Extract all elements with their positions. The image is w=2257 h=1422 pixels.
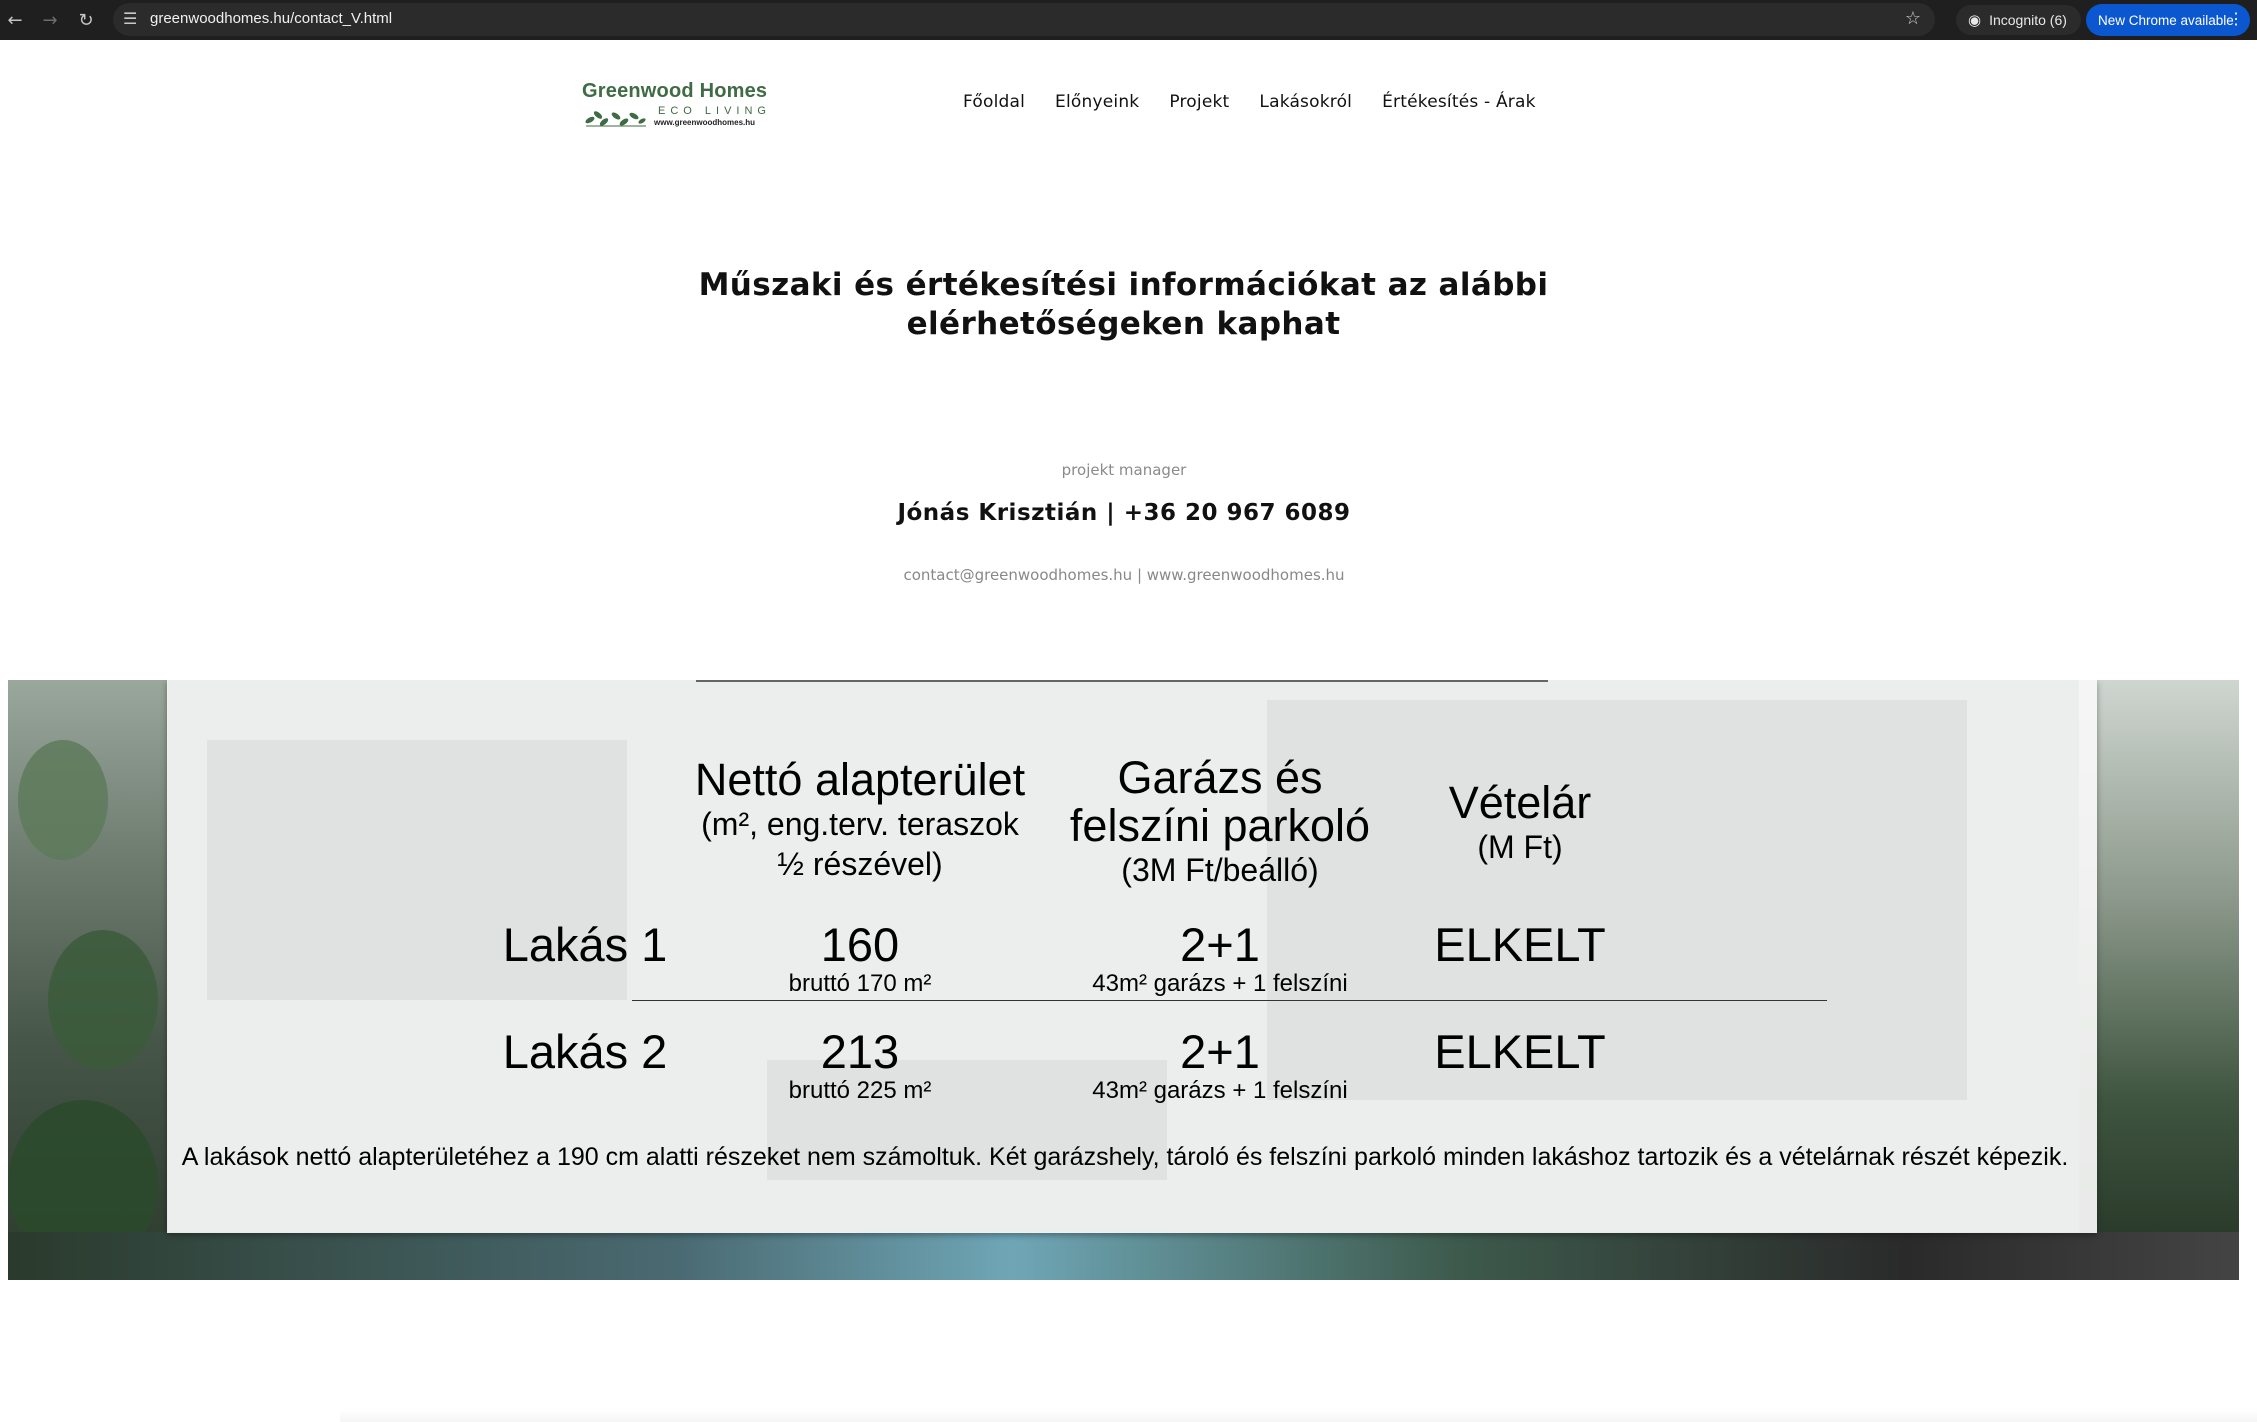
address-bar[interactable]: ☰ greenwoodhomes.hu/contact_V.html ☆ — [113, 3, 1935, 36]
page-title: Műszaki és értékesítési információkat az… — [640, 266, 1607, 344]
logo-name: Greenwood Homes — [582, 80, 768, 102]
row-1-garage-detail: 43m² garázs + 1 felszíni — [1092, 970, 1348, 997]
nav-item-projekt[interactable]: Projekt — [1169, 92, 1229, 112]
page-title-line-1: Műszaki és értékesítési információkat az… — [698, 267, 1549, 303]
incognito-button[interactable]: ◉ Incognito (6) — [1956, 5, 2081, 35]
page-title-line-2: elérhetőségeken kaphat — [906, 306, 1341, 342]
garden-background-left — [8, 680, 168, 1280]
new-chrome-available-button[interactable]: New Chrome available ⋮ — [2086, 4, 2250, 36]
row-2-garage: 2+1 — [1180, 1025, 1260, 1078]
row-2-area: 213 — [820, 1025, 900, 1078]
site-settings-icon[interactable]: ☰ — [123, 9, 137, 28]
column-header-garage-title-2: felszíni parkoló — [1069, 800, 1371, 851]
row-2-gross: bruttó 225 m² — [788, 1077, 932, 1104]
reload-icon[interactable]: ↻ — [74, 8, 98, 32]
logo-tagline: ECO LIVING — [658, 105, 771, 117]
section-divider — [696, 680, 1548, 682]
bookmark-star-icon[interactable]: ☆ — [1905, 8, 1921, 29]
row-divider — [632, 1000, 1827, 1001]
more-menu-icon[interactable]: ⋮ — [2228, 9, 2244, 29]
row-1-garage: 2+1 — [1180, 918, 1260, 971]
leaves-icon — [585, 111, 646, 127]
row-2-price: ELKELT — [1434, 1025, 1606, 1078]
column-header-area-title: Nettó alapterület — [694, 754, 1026, 805]
column-header-area-sub-2: ½ részével) — [777, 846, 943, 882]
column-header-area: Nettó alapterület (m², eng.terv. teraszo… — [660, 756, 1060, 884]
pool-background — [8, 1232, 2239, 1280]
column-header-area-sub-1: (m², eng.terv. teraszok — [701, 806, 1019, 842]
contact-role: projekt manager — [1061, 461, 1187, 479]
row-1-name: Lakás 1 — [502, 918, 668, 971]
incognito-icon: ◉ — [1968, 12, 1982, 29]
row-1-price: ELKELT — [1434, 918, 1606, 971]
page-bottom-shadow — [340, 1410, 2257, 1422]
column-header-garage: Garázs és felszíni parkoló (3M Ft/beálló… — [1040, 754, 1400, 890]
row-1-gross: bruttó 170 m² — [788, 970, 932, 997]
nav-item-elonyeink[interactable]: Előnyeink — [1055, 92, 1139, 112]
table-footnote: A lakások nettó alapterületéhez a 190 cm… — [181, 1143, 2069, 1171]
row-2-name: Lakás 2 — [502, 1025, 668, 1078]
browser-toolbar: ← → ↻ ☰ greenwoodhomes.hu/contact_V.html… — [0, 0, 2257, 40]
url-text[interactable]: greenwoodhomes.hu/contact_V.html — [150, 10, 392, 27]
site-logo[interactable]: Greenwood Homes ECO LIVING www.greenwood… — [582, 80, 772, 132]
column-header-price: Vételár (M Ft) — [1400, 779, 1640, 867]
nav-item-ertekesites-arak[interactable]: Értékesítés - Árak — [1382, 92, 1536, 112]
update-label: New Chrome available — [2098, 12, 2234, 28]
main-nav: Főoldal Előnyeink Projekt Lakásokról Ért… — [963, 92, 1566, 112]
nav-item-fooldal[interactable]: Főoldal — [963, 92, 1025, 112]
forward-icon[interactable]: → — [38, 8, 62, 32]
column-header-garage-sub: (3M Ft/beálló) — [1121, 852, 1319, 888]
logo-site: www.greenwoodhomes.hu — [654, 118, 756, 127]
row-2-garage-detail: 43m² garázs + 1 felszíni — [1092, 1077, 1348, 1104]
incognito-label: Incognito (6) — [1989, 12, 2067, 28]
back-icon[interactable]: ← — [3, 8, 27, 32]
row-1-area: 160 — [820, 918, 900, 971]
garden-background-right — [2079, 680, 2239, 1280]
column-header-price-title: Vételár — [1448, 777, 1592, 828]
contact-email-web: contact@greenwoodhomes.hu | www.greenwoo… — [903, 566, 1345, 584]
nav-item-lakasokrol[interactable]: Lakásokról — [1259, 92, 1352, 112]
column-header-garage-title-1: Garázs és — [1117, 752, 1323, 803]
contact-name-phone: Jónás Krisztián | +36 20 967 6089 — [897, 500, 1351, 526]
column-header-price-sub: (M Ft) — [1477, 829, 1563, 865]
